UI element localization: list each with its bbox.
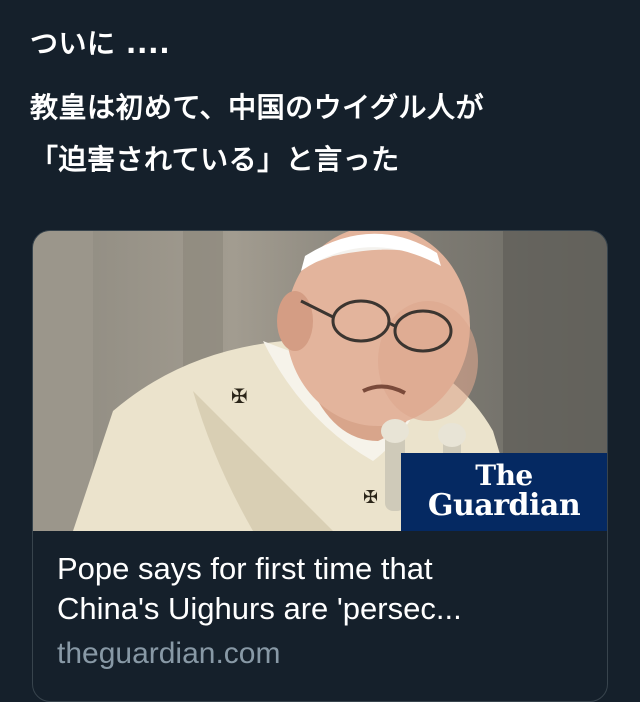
tweet-text-line-3: 「迫害されている」と言った (30, 143, 400, 176)
svg-text:✠: ✠ (231, 384, 248, 408)
guardian-logo: The Guardian (401, 453, 607, 531)
tweet-text-line-1: ついに .... (30, 27, 171, 60)
guardian-logo-line-2: Guardian (427, 488, 581, 523)
card-title[interactable]: Pope says for first time that China's Ui… (57, 549, 583, 629)
card-thumbnail-image[interactable]: ✠ ✠ The Guardian (33, 231, 607, 531)
guardian-logo-line-1: The (475, 459, 533, 492)
tweet-text: ついに .... 教皇は初めて、中国のウイグル人が 「迫害されている」と言った (30, 18, 620, 186)
link-preview-card[interactable]: ✠ ✠ The Guardian Pope says for first tim… (32, 230, 608, 702)
tweet-text-line-2: 教皇は初めて、中国のウイグル人が (30, 91, 485, 124)
card-body[interactable]: Pope says for first time that China's Ui… (33, 531, 607, 673)
card-domain: theguardian.com (57, 637, 281, 670)
svg-text:✠: ✠ (363, 487, 378, 508)
